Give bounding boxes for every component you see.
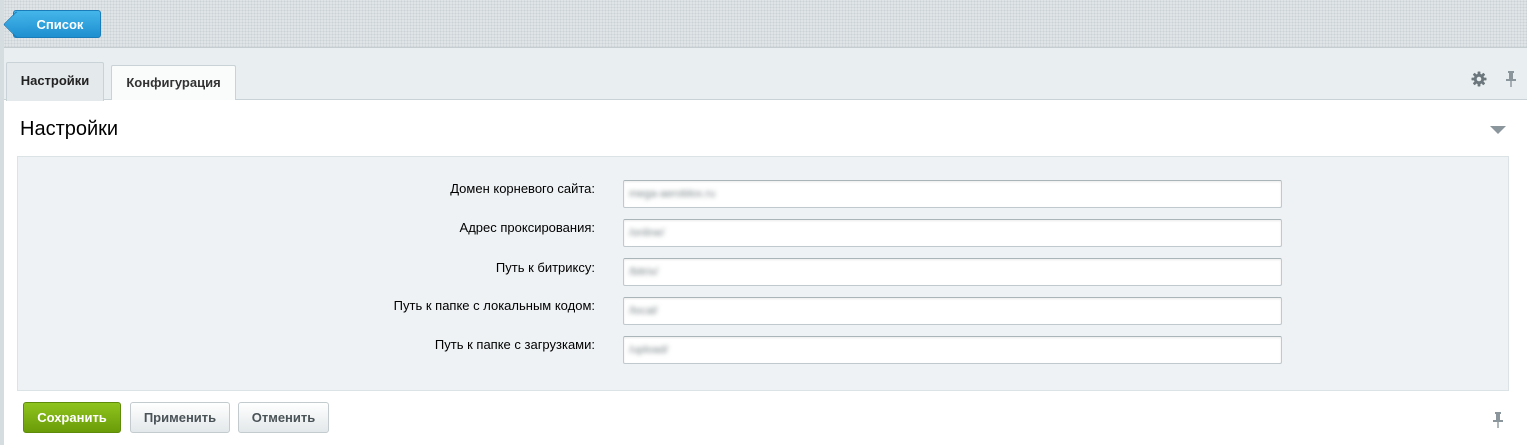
upload-path-value: /upload/ bbox=[629, 344, 669, 356]
apply-button[interactable]: Применить bbox=[130, 402, 230, 433]
collapse-triangle-icon[interactable] bbox=[1490, 126, 1506, 134]
root-domain-input[interactable]: mega-aeroblox.ru bbox=[623, 180, 1282, 208]
section-title: Настройки bbox=[20, 118, 119, 140]
tab-configuration[interactable]: Конфигурация bbox=[111, 65, 236, 100]
tabs-bar: Настройки Конфигурация bbox=[4, 48, 1527, 101]
upload-path-input[interactable]: /upload/ bbox=[623, 336, 1282, 364]
bottom-pin-icon[interactable] bbox=[1490, 411, 1506, 429]
proxy-address-input[interactable]: /online/ bbox=[623, 219, 1282, 247]
root-domain-value: mega-aeroblox.ru bbox=[629, 188, 716, 200]
top-toolbar: Список bbox=[3, 0, 1527, 48]
pin-icon[interactable] bbox=[1502, 70, 1520, 88]
gear-icon[interactable] bbox=[1470, 70, 1488, 88]
bitrix-path-value: /bitrix/ bbox=[629, 266, 659, 278]
field-label-root-domain: Домен корневого сайта: bbox=[450, 181, 595, 196]
proxy-address-value: /online/ bbox=[629, 227, 665, 239]
field-label-bitrix-path: Путь к битриксу: bbox=[495, 260, 595, 275]
local-code-path-input[interactable]: /local/ bbox=[623, 297, 1282, 325]
field-label-proxy-address: Адрес проксирования: bbox=[459, 220, 595, 235]
back-arrow-icon bbox=[3, 11, 30, 38]
save-button[interactable]: Сохранить bbox=[23, 402, 121, 433]
tab-settings[interactable]: Настройки bbox=[6, 62, 104, 101]
settings-form-panel: Домен корневого сайта: mega-aeroblox.ru … bbox=[17, 156, 1509, 391]
back-button-label: Список bbox=[36, 17, 84, 32]
bitrix-path-input[interactable]: /bitrix/ bbox=[623, 258, 1282, 286]
cancel-button[interactable]: Отменить bbox=[238, 402, 329, 433]
local-code-path-value: /local/ bbox=[629, 305, 658, 317]
field-label-local-code-path: Путь к папке с локальным кодом: bbox=[393, 298, 595, 313]
field-label-upload-path: Путь к папке с загрузками: bbox=[434, 337, 595, 352]
back-to-list-button[interactable]: Список bbox=[3, 10, 101, 38]
